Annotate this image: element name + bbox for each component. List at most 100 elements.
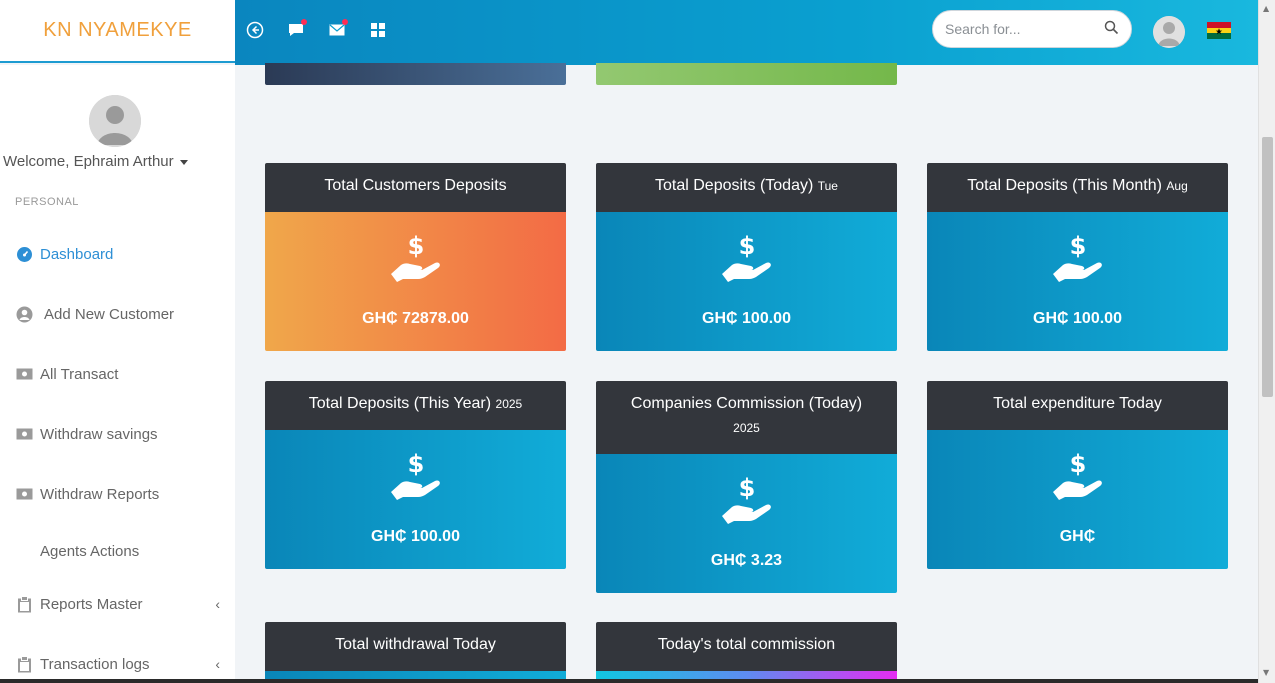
search-icon[interactable] [1104, 20, 1119, 39]
notification-dot [301, 19, 307, 25]
card-amount: GH₵ 100.00 [1033, 310, 1122, 327]
card-body: $ GH₵ [927, 430, 1228, 569]
hand-dollar-icon: $ [389, 232, 443, 290]
sidebar-item-dashboard[interactable]: Dashboard [15, 242, 225, 266]
sidebar-item-label: Agents Actions [40, 542, 140, 560]
card-total-deposits-today[interactable]: Total Deposits (Today) Tue $ GH₵ 100.00 [596, 163, 897, 351]
card-title-text: Total Deposits (This Year) [308, 395, 492, 412]
clipboard-icon [15, 655, 33, 673]
card-total-customers-deposits[interactable]: Total Customers Deposits $ GH₵ 72878.00 [265, 163, 566, 351]
card-title-text: Today's total commission [657, 636, 836, 653]
card-title: Today's total commission [596, 622, 897, 671]
notification-dot [342, 19, 348, 25]
chevron-left-icon: ‹ [215, 656, 220, 672]
card-title: Total Deposits (Today) Tue [596, 163, 897, 212]
sidebar-item-reports-master[interactable]: Reports Master ‹ [15, 592, 225, 616]
mail-icon[interactable] [327, 19, 348, 40]
card-partial-top [265, 63, 566, 85]
card-body: $ GH₵ 100.00 [265, 430, 566, 569]
card-amount: GH₵ 100.00 [371, 528, 460, 545]
card-title-suffix: 2025 [495, 397, 523, 411]
chat-icon[interactable] [286, 19, 307, 40]
brand-logo[interactable]: KN NYAMEKYE [0, 0, 235, 63]
profile-avatar[interactable] [89, 95, 141, 147]
svg-text:$: $ [1069, 232, 1086, 260]
brand-name: KN NYAMEKYE [43, 19, 192, 41]
svg-text:$: $ [407, 450, 424, 478]
card-body: $ GH₵ 3.23 [596, 454, 897, 593]
card-title-text: Total Deposits (Today) [655, 177, 814, 194]
card-title-suffix: Aug [1166, 179, 1188, 193]
chevron-left-icon: ‹ [215, 596, 220, 612]
sidebar-item-add-new-customer[interactable]: Add New Customer [15, 302, 225, 326]
sidebar-item-transaction-logs[interactable]: Transaction logs ‹ [15, 652, 225, 676]
card-title-text: Total Customers Deposits [324, 177, 507, 194]
card-title: Companies Commission (Today) 2025 [596, 381, 897, 454]
card-amount: GH₵ [1059, 528, 1096, 545]
money-icon [15, 425, 33, 443]
money-icon [15, 365, 33, 383]
card-companies-commission-today[interactable]: Companies Commission (Today) 2025 $ GH₵ 3… [596, 381, 897, 593]
card-amount: GH₵ 3.23 [710, 552, 783, 569]
card-amount: GH₵ 100.00 [702, 310, 791, 327]
scroll-down-arrow-icon[interactable]: ▼ [1263, 668, 1269, 677]
hand-dollar-icon: $ [1051, 450, 1105, 508]
scroll-up-arrow-icon[interactable]: ▲ [1263, 4, 1269, 13]
card-amount: GH₵ 72878.00 [362, 310, 469, 327]
sidebar-item-label: Withdraw Reports [40, 485, 160, 503]
card-total-expenditure-today[interactable]: Total expenditure Today $ GH₵ [927, 381, 1228, 569]
sidebar-item-withdraw-reports[interactable]: Withdraw Reports [15, 482, 225, 506]
card-title-text: Companies Commission (Today) [630, 395, 863, 412]
user-circle-icon [15, 305, 33, 323]
empty-icon-slot [15, 542, 33, 560]
card-title-suffix: Tue [817, 179, 838, 193]
card-total-withdrawal-today[interactable]: Total withdrawal Today [265, 622, 566, 683]
welcome-user-menu[interactable]: Welcome, Ephraim Arthur [3, 153, 188, 170]
sidebar-item-withdraw-savings[interactable]: Withdraw savings [15, 422, 225, 446]
hand-dollar-icon: $ [389, 450, 443, 508]
sidebar-item-label: Reports Master [40, 595, 143, 613]
sidebar-item-label: All Transact [40, 365, 119, 383]
bottom-edge [0, 679, 1258, 683]
grid-icon[interactable] [368, 20, 388, 40]
sidebar-item-label: Withdraw savings [40, 425, 158, 443]
card-title-text: Total Deposits (This Month) [967, 177, 1162, 194]
card-total-deposits-year[interactable]: Total Deposits (This Year) 2025 $ GH₵ 10… [265, 381, 566, 569]
section-label: PERSONAL [15, 196, 79, 208]
caret-down-icon [179, 159, 188, 165]
card-title-text: Total expenditure Today [993, 395, 1162, 412]
search-input[interactable] [945, 21, 1095, 37]
card-title: Total Deposits (This Year) 2025 [265, 381, 566, 430]
hand-dollar-icon: $ [720, 232, 774, 290]
svg-text:$: $ [1069, 450, 1086, 478]
card-total-deposits-month[interactable]: Total Deposits (This Month) Aug $ GH₵ 10… [927, 163, 1228, 351]
search-bar [932, 10, 1132, 48]
sidebar-item-label: Add New Customer [44, 305, 175, 323]
sidebar-item-label: Transaction logs [40, 655, 150, 673]
svg-text:$: $ [738, 474, 755, 502]
speedometer-icon [15, 245, 33, 263]
clipboard-icon [15, 595, 33, 613]
card-todays-total-commission[interactable]: Today's total commission [596, 622, 897, 683]
welcome-text: Welcome, Ephraim Arthur [3, 153, 174, 170]
card-partial-top [596, 63, 897, 85]
card-title: Total withdrawal Today [265, 622, 566, 671]
svg-text:$: $ [738, 232, 755, 260]
sidebar-item-all-transact[interactable]: All Transact [15, 362, 225, 386]
card-title: Total Customers Deposits [265, 163, 566, 212]
scroll-thumb[interactable] [1262, 137, 1273, 397]
card-title: Total expenditure Today [927, 381, 1228, 430]
user-avatar-icon[interactable] [1153, 16, 1185, 48]
sidebar: Welcome, Ephraim Arthur PERSONAL Dashboa… [0, 65, 235, 683]
card-body: $ GH₵ 100.00 [927, 212, 1228, 351]
svg-text:$: $ [407, 232, 424, 260]
ghana-flag-icon[interactable] [1207, 22, 1231, 39]
hand-dollar-icon: $ [1051, 232, 1105, 290]
back-circle-icon[interactable] [245, 20, 265, 40]
card-body: $ GH₵ 72878.00 [265, 212, 566, 351]
top-navbar [235, 0, 1258, 65]
sidebar-item-label: Dashboard [40, 245, 114, 263]
page-scrollbar[interactable]: ▲ ▼ [1258, 0, 1275, 683]
sidebar-item-agents-actions[interactable]: Agents Actions [15, 539, 225, 563]
money-icon [15, 485, 33, 503]
